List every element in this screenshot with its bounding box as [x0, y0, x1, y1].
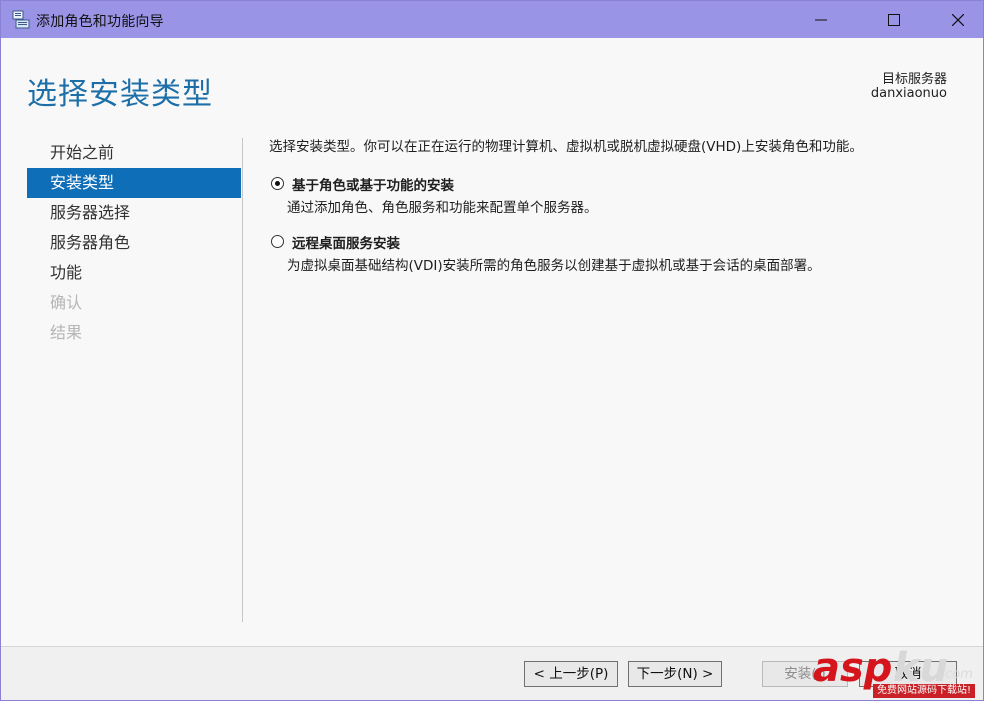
- option-description: 通过添加角色、角色服务和功能来配置单个服务器。: [287, 200, 598, 216]
- radio-remote-desktop[interactable]: [271, 235, 284, 248]
- intro-text: 选择安装类型。你可以在正在运行的物理计算机、虚拟机或脱机虚拟硬盘(VHD)上安装…: [269, 139, 863, 155]
- watermark-domain: .com: [941, 667, 973, 682]
- option-title: 基于角色或基于功能的安装: [292, 178, 454, 194]
- nav-item-confirmation: 确认: [50, 293, 83, 312]
- wizard-window: 添加角色和功能向导 选择安装类型 目标服务器 danxiaonuo 开始之前 安…: [0, 0, 984, 701]
- close-button[interactable]: [935, 1, 981, 38]
- maximize-button[interactable]: [871, 1, 917, 38]
- maximize-icon: [888, 14, 900, 26]
- nav-item-results: 结果: [50, 323, 83, 342]
- nav-item-installation-type[interactable]: 安装类型: [27, 168, 241, 198]
- option-title: 远程桌面服务安装: [292, 236, 400, 252]
- nav-item-server-selection[interactable]: 服务器选择: [27, 198, 241, 228]
- watermark-tagline: 免费网站源码下载站!: [873, 684, 976, 698]
- nav-item-server-roles[interactable]: 服务器角色: [27, 228, 241, 258]
- previous-button[interactable]: < 上一步(P): [524, 661, 618, 687]
- minimize-icon: [815, 19, 827, 21]
- content-panel: 选择安装类型。你可以在正在运行的物理计算机、虚拟机或脱机虚拟硬盘(VHD)上安装…: [269, 138, 959, 274]
- minimize-button[interactable]: [798, 1, 844, 38]
- nav-item-features[interactable]: 功能: [27, 258, 241, 288]
- wizard-nav: 开始之前 安装类型 服务器选择 服务器角色 功能 确认 结果: [27, 138, 241, 348]
- target-server-name: danxiaonuo: [870, 86, 947, 101]
- target-server-label: 目标服务器: [881, 72, 947, 87]
- site-watermark: asp ku .com 免费网站源码下载站!: [813, 645, 983, 700]
- window-title: 添加角色和功能向导: [36, 14, 164, 30]
- next-button[interactable]: 下一步(N) >: [628, 661, 722, 687]
- radio-role-based[interactable]: [271, 177, 284, 190]
- nav-divider: [242, 138, 243, 622]
- radio-selected-dot: [275, 181, 280, 186]
- option-description: 为虚拟桌面基础结构(VDI)安装所需的角色服务以创建基于虚拟机或基于会话的桌面部…: [287, 258, 821, 274]
- nav-item-before-you-begin[interactable]: 开始之前: [27, 138, 241, 168]
- title-bar[interactable]: 添加角色和功能向导: [1, 1, 983, 38]
- page-title: 选择安装类型: [27, 77, 213, 112]
- server-manager-icon: [11, 10, 31, 30]
- close-icon: [952, 14, 964, 26]
